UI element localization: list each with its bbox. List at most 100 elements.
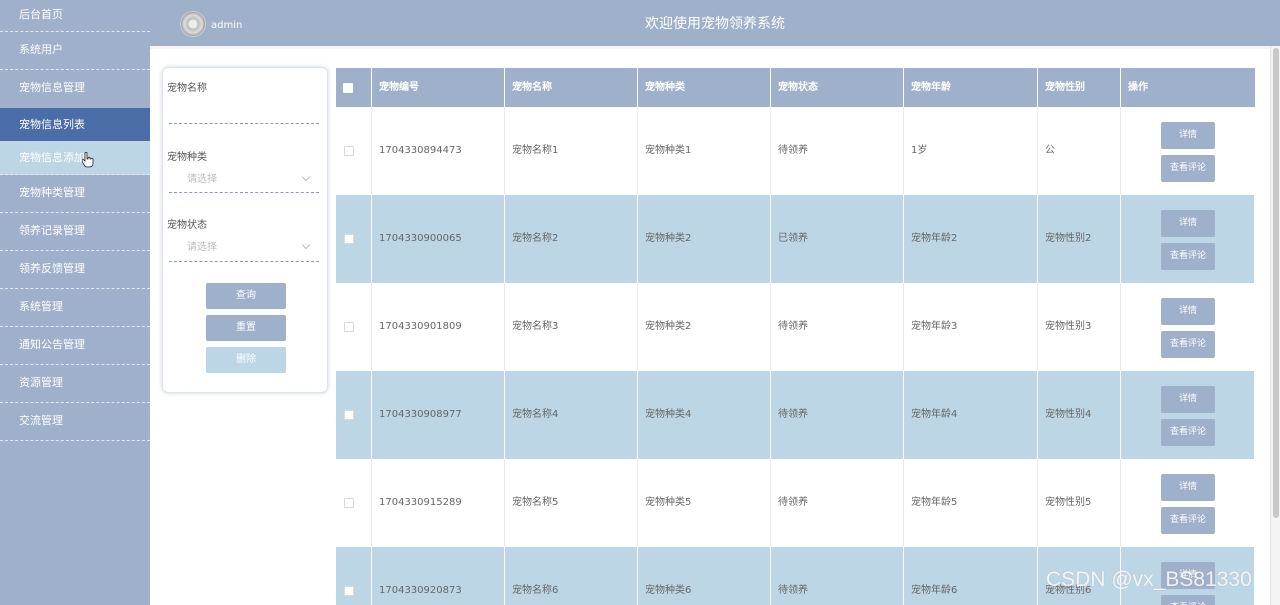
column-header-age[interactable]: 宠物年龄	[904, 68, 1038, 107]
detail-button[interactable]: 详情	[1161, 386, 1215, 413]
pet-type-underline	[169, 192, 319, 193]
table-row: 1704330908977 宠物名称4 宠物种类4 待领养 宠物年龄4 宠物性别4 详情 查看…	[336, 371, 1255, 459]
pet-status-underline	[169, 261, 319, 262]
column-header-name[interactable]: 宠物名称	[505, 68, 638, 107]
chevron-down-icon	[301, 172, 311, 182]
sidebar-item-system-management[interactable]: 系统管理	[0, 289, 150, 327]
row-checkbox[interactable]	[344, 234, 354, 244]
pet-type-placeholder: 请选择	[187, 174, 217, 185]
pet-status-placeholder: 请选择	[187, 242, 217, 253]
chevron-down-icon	[301, 240, 311, 250]
cell-status: 待领养	[771, 107, 904, 195]
sidebar-item-adoption-records[interactable]: 领养记录管理	[0, 213, 150, 251]
table-row: 1704330900065 宠物名称2 宠物种类2 已领养 宠物年龄2 宠物性别2 详情查看…	[336, 195, 1255, 283]
view-comments-button[interactable]: 查看评论	[1161, 419, 1215, 446]
pet-type-select[interactable]: 请选择	[169, 171, 319, 189]
select-all-checkbox[interactable]	[343, 83, 353, 93]
table-row: 1704330915289 宠物名称5 宠物种类5 待领养 宠物年龄5 宠物性别5 详情 查看…	[336, 459, 1255, 547]
cell-status: 待领养	[771, 371, 904, 459]
cell-id: 1704330894473	[372, 107, 505, 195]
cell-age: 宠物年龄3	[904, 283, 1038, 371]
table-row: 1704330901809 宠物名称3 宠物种类2 待领养 宠物年龄3 宠物性别3 详情 查看…	[336, 283, 1255, 371]
sidebar-item-home[interactable]: 后台首页	[0, 0, 150, 32]
view-comments-button[interactable]: 查看评论	[1161, 595, 1215, 605]
row-checkbox-cell	[336, 547, 372, 605]
column-header-gender[interactable]: 宠物性别	[1038, 68, 1121, 107]
sidebar-item-system-users[interactable]: 系统用户	[0, 32, 150, 70]
cell-status: 待领养	[771, 459, 904, 547]
pet-name-underline	[169, 123, 319, 124]
view-comments-button[interactable]: 查看评论	[1161, 507, 1215, 534]
cell-id: 1704330908977	[372, 371, 505, 459]
cell-gender: 宠物性别5	[1038, 459, 1121, 547]
cell-type: 宠物种类1	[638, 107, 771, 195]
watermark: CSDN @vx_BS81330	[1046, 568, 1252, 591]
sidebar-item-pet-info-add[interactable]: 宠物信息添加	[0, 141, 150, 175]
sidebar-item-resource-management[interactable]: 资源管理	[0, 365, 150, 403]
page-title: 欢迎使用宠物领养系统	[645, 16, 785, 32]
delete-button[interactable]: 删除	[206, 347, 286, 373]
cell-gender: 宠物性别3	[1038, 283, 1121, 371]
sidebar-item-pet-info-management[interactable]: 宠物信息管理	[0, 70, 150, 108]
cell-id: 1704330920873	[372, 547, 505, 605]
detail-button[interactable]: 详情	[1161, 298, 1215, 325]
pet-name-input[interactable]	[169, 104, 319, 122]
sidebar-item-adoption-feedback[interactable]: 领养反馈管理	[0, 251, 150, 289]
cell-status: 已领养	[771, 195, 904, 283]
sidebar-item-notice-management[interactable]: 通知公告管理	[0, 327, 150, 365]
detail-button[interactable]: 详情	[1161, 210, 1215, 237]
row-checkbox[interactable]	[344, 410, 354, 420]
cell-type: 宠物种类5	[638, 459, 771, 547]
view-comments-button[interactable]: 查看评论	[1161, 331, 1215, 358]
cell-name: 宠物名称4	[505, 371, 638, 459]
row-checkbox[interactable]	[344, 146, 354, 156]
cell-age: 1岁	[904, 107, 1038, 195]
cell-name: 宠物名称2	[505, 195, 638, 283]
cell-name: 宠物名称1	[505, 107, 638, 195]
column-header-id[interactable]: 宠物编号	[372, 68, 505, 107]
row-checkbox[interactable]	[344, 322, 354, 332]
pet-type-label: 宠物种类	[167, 152, 207, 163]
cell-name: 宠物名称3	[505, 283, 638, 371]
cell-age: 宠物年龄6	[904, 547, 1038, 605]
detail-button[interactable]: 详情	[1161, 122, 1215, 149]
reset-button[interactable]: 重置	[206, 315, 286, 341]
view-comments-button[interactable]: 查看评论	[1161, 243, 1215, 270]
row-checkbox-cell	[336, 195, 372, 283]
cell-id: 1704330900065	[372, 195, 505, 283]
pet-status-select[interactable]: 请选择	[169, 239, 319, 257]
cell-gender: 宠物性别2	[1038, 195, 1121, 283]
detail-button[interactable]: 详情	[1161, 474, 1215, 501]
cell-type: 宠物种类6	[638, 547, 771, 605]
row-checkbox[interactable]	[344, 498, 354, 508]
cell-status: 待领养	[771, 547, 904, 605]
vertical-scrollbar[interactable]	[1270, 46, 1280, 605]
cell-status: 待领养	[771, 283, 904, 371]
hand-cursor-icon	[81, 151, 94, 168]
select-all-cell	[336, 68, 372, 107]
sidebar-item-exchange-management[interactable]: 交流管理	[0, 403, 150, 441]
query-button[interactable]: 查询	[206, 283, 286, 309]
top-header: admin 欢迎使用宠物领养系统	[150, 0, 1280, 46]
scrollbar-thumb[interactable]	[1273, 48, 1279, 518]
view-comments-button[interactable]: 查看评论	[1161, 155, 1215, 182]
cell-name: 宠物名称5	[505, 459, 638, 547]
cell-type: 宠物种类2	[638, 195, 771, 283]
cell-age: 宠物年龄2	[904, 195, 1038, 283]
sidebar-item-pet-info-list[interactable]: 宠物信息列表	[0, 108, 150, 141]
row-checkbox[interactable]	[344, 586, 354, 596]
sidebar: 后台首页 系统用户 宠物信息管理 宠物信息列表 宠物信息添加 宠物种类管理 领养…	[0, 0, 150, 605]
sidebar-item-pet-type-management[interactable]: 宠物种类管理	[0, 175, 150, 213]
column-header-status[interactable]: 宠物状态	[771, 68, 904, 107]
cell-id: 1704330915289	[372, 459, 505, 547]
cell-gender: 宠物性别4	[1038, 371, 1121, 459]
cell-name: 宠物名称6	[505, 547, 638, 605]
column-header-type[interactable]: 宠物种类	[638, 68, 771, 107]
row-checkbox-cell	[336, 283, 372, 371]
table-header: 宠物编号 宠物名称 宠物种类 宠物状态 宠物年龄 宠物性别 操作	[336, 68, 1255, 107]
row-checkbox-cell	[336, 107, 372, 195]
table-row: 1704330894473 宠物名称1 宠物种类1 待领养 1岁公 详情查看评论	[336, 107, 1255, 195]
cell-gender: 公	[1038, 107, 1121, 195]
cell-type: 宠物种类4	[638, 371, 771, 459]
search-panel: 宠物名称 宠物种类 请选择 宠物状态 请选择 查询 重置 删除	[162, 67, 328, 393]
